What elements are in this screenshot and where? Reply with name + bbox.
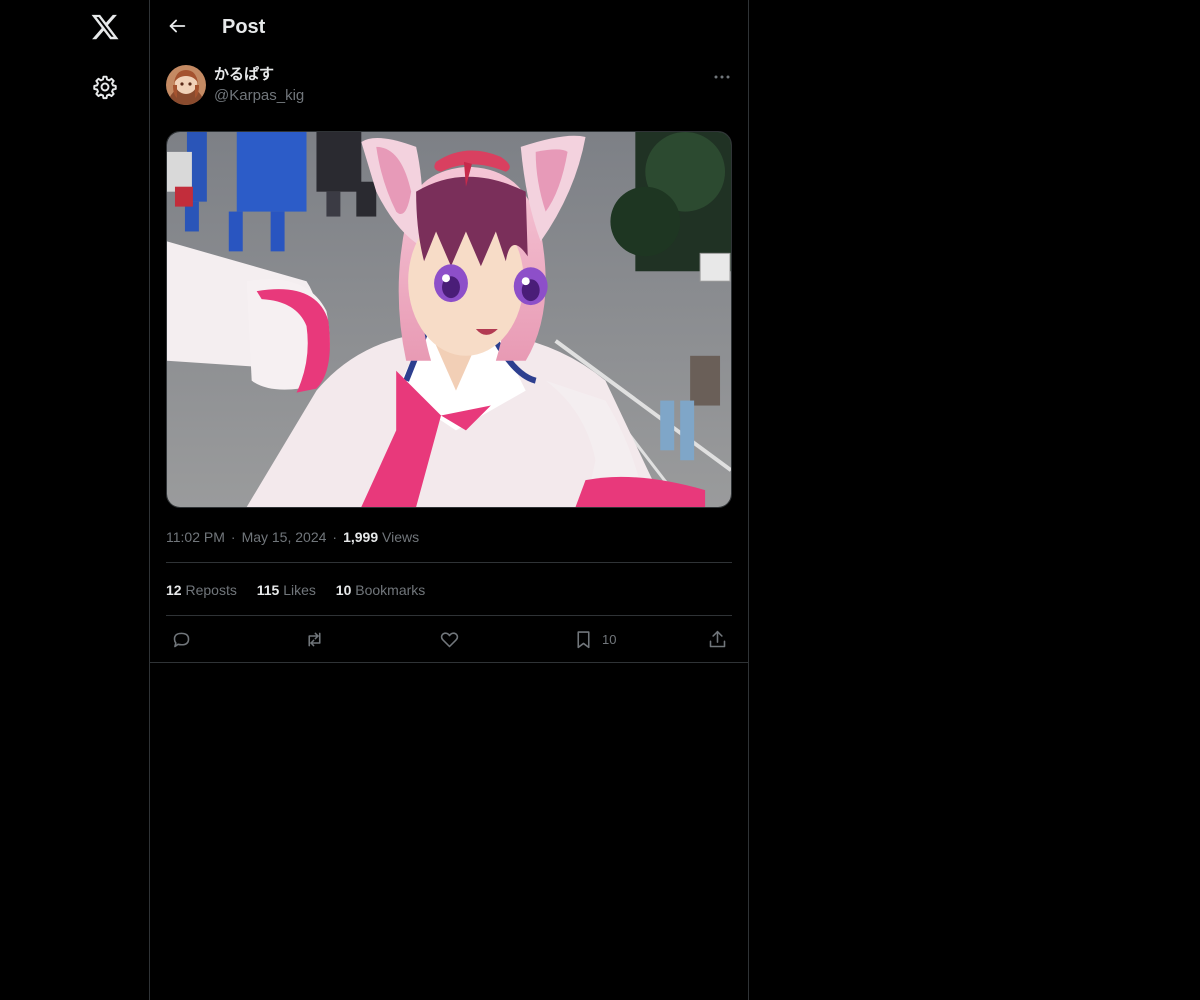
divider [150,662,748,663]
left-rail [0,0,149,1000]
reply-button[interactable] [171,628,192,650]
views-count: 1,999 [343,529,379,545]
back-arrow-icon[interactable] [166,15,188,37]
meta-separator: · [230,529,236,545]
reposts-count: 12 [166,582,182,598]
more-options-icon[interactable] [712,67,732,87]
x-logo-icon[interactable] [90,12,120,42]
meta-separator: · [332,529,338,545]
post-author: かるぱす @Karpas_kig [166,65,732,107]
author-handle[interactable]: @Karpas_kig [214,86,304,106]
post-date[interactable]: May 15, 2024 [242,529,327,545]
bookmark-count: 10 [602,631,617,647]
likes-count: 115 [256,582,280,598]
post-stats: 12 Reposts 115 Likes 10 Bookmarks [166,580,441,600]
reply-icon [173,632,190,647]
header-bar: Post [150,0,748,54]
repost-icon [308,632,321,646]
page-title: Post [222,16,266,38]
post-meta-line: 11:02 PM · May 15, 2024 · 1,999 Views [166,527,419,547]
heart-icon [440,631,459,647]
share-button[interactable] [707,628,728,650]
bookmarks-label: Bookmarks [355,582,426,598]
bookmarks-count: 10 [335,582,352,598]
share-icon [709,630,726,647]
bookmark-button[interactable]: 10 [573,628,616,650]
primary-column: Post かるぱす @Karpas_kig 11:02 PM · May 15,… [149,0,749,1000]
avatar[interactable] [166,65,206,105]
repost-button[interactable] [304,628,325,650]
reposts-stat[interactable]: 12 Reposts [166,582,237,598]
likes-stat[interactable]: 115 Likes [257,582,316,598]
app: Post かるぱす @Karpas_kig 11:02 PM · May 15,… [0,0,1200,1000]
post-time[interactable]: 11:02 PM [166,529,225,545]
views-label: Views [382,529,420,545]
gear-icon[interactable] [92,74,118,100]
reposts-label: Reposts [185,582,237,598]
author-display-name[interactable]: かるぱす [214,65,274,85]
divider [166,562,732,563]
likes-label: Likes [283,582,316,598]
like-button[interactable] [439,628,460,650]
post-media-photo[interactable] [166,131,732,508]
bookmarks-stat[interactable]: 10 Bookmarks [336,582,426,598]
post-actions-bar: 10 [150,616,748,662]
bookmark-icon [577,630,590,648]
